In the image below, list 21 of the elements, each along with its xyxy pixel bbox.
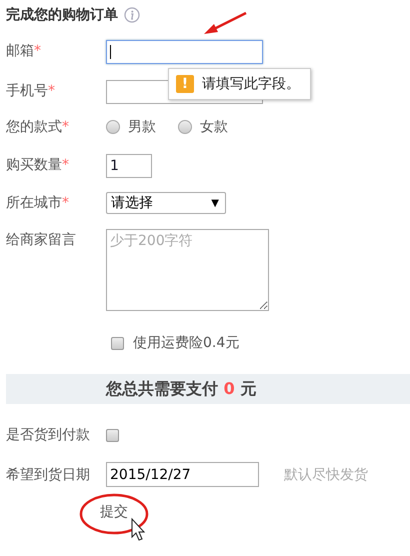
field-label: 您的款式 <box>6 118 62 137</box>
total-text: 您总共需要支付 0 元 <box>106 378 256 400</box>
tooltip-text: 请填写此字段。 <box>202 75 300 93</box>
form-title: 完成您的购物订单 <box>6 6 118 24</box>
field-label: 希望到货日期 <box>6 466 90 484</box>
field-label: 邮箱 <box>6 42 34 61</box>
radio-label: 女款 <box>200 118 228 137</box>
required-mark: * <box>62 194 69 213</box>
field-label: 是否货到付款 <box>6 426 90 445</box>
required-mark: * <box>34 42 41 61</box>
required-mark: * <box>48 82 55 101</box>
radio-label: 男款 <box>128 118 156 137</box>
hint-text: 默认尽快发货 <box>284 466 368 484</box>
field-label: 手机号 <box>6 82 48 101</box>
checkbox-label: 使用运费险0.4元 <box>133 334 240 352</box>
field-label: 所在城市 <box>6 194 62 213</box>
required-mark: * <box>62 118 69 137</box>
required-mark: * <box>62 156 69 175</box>
warning-icon: ! <box>176 75 194 93</box>
field-label: 购买数量 <box>6 156 62 175</box>
field-label: 给商家留言 <box>6 231 76 250</box>
